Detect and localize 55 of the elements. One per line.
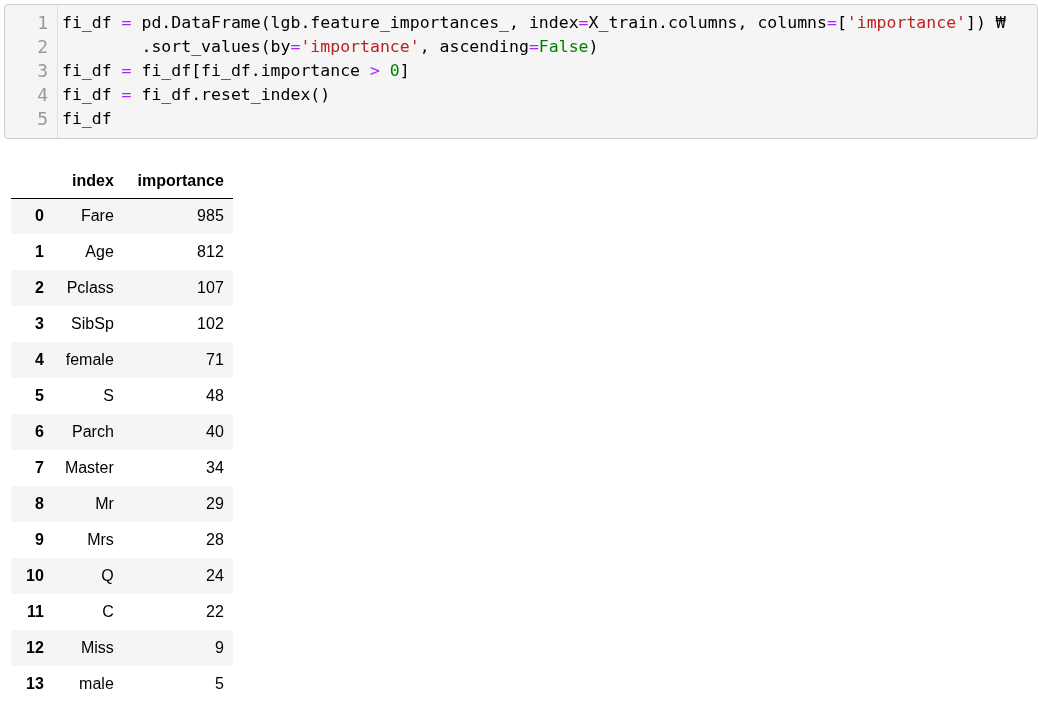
table-cell: Fare: [52, 198, 123, 234]
table-cell: 812: [122, 234, 233, 270]
table-cell: C: [52, 594, 123, 630]
table-cell: Q: [52, 558, 123, 594]
table-cell: 24: [122, 558, 233, 594]
table-cell: 985: [122, 198, 233, 234]
table-cell: 28: [122, 522, 233, 558]
row-index: 13: [11, 666, 53, 702]
row-index: 12: [11, 630, 53, 666]
row-index: 6: [11, 414, 53, 450]
row-index: 10: [11, 558, 53, 594]
table-cell: 71: [122, 342, 233, 378]
line-number: 3: [37, 59, 48, 83]
row-index: 4: [11, 342, 53, 378]
row-index: 3: [11, 306, 53, 342]
table-cell: SibSp: [52, 306, 123, 342]
row-index: 9: [11, 522, 53, 558]
table-cell: 107: [122, 270, 233, 306]
table-cell: 34: [122, 450, 233, 486]
code-line: fi_df: [62, 108, 113, 130]
code-line: fi_df = fi_df[fi_df.importance > 0]: [62, 60, 411, 82]
line-number: 5: [37, 107, 48, 131]
table-cell: 22: [122, 594, 233, 630]
table-cell: Miss: [52, 630, 123, 666]
row-index: 1: [11, 234, 53, 270]
row-index: 5: [11, 378, 53, 414]
line-number: 2: [37, 35, 48, 59]
table-cell: 40: [122, 414, 233, 450]
table-cell: S: [52, 378, 123, 414]
column-header: index: [52, 164, 123, 198]
code-line: .sort_values(by='importance', ascending=False): [140, 36, 600, 58]
column-header: importance: [122, 164, 233, 198]
code-line: fi_df = fi_df.reset_index(): [62, 84, 332, 106]
table-cell: Mrs: [52, 522, 123, 558]
table-cell: female: [52, 342, 123, 378]
row-index: 8: [11, 486, 53, 522]
table-cell: 48: [122, 378, 233, 414]
table-cell: 5: [122, 666, 233, 702]
line-number: 4: [37, 83, 48, 107]
table-cell: male: [52, 666, 123, 702]
table-cell: Pclass: [52, 270, 123, 306]
row-index: 7: [11, 450, 53, 486]
table-cell: 29: [122, 486, 233, 522]
row-index: 2: [11, 270, 53, 306]
table-cell: Age: [52, 234, 123, 270]
table-cell: 102: [122, 306, 233, 342]
line-number: 1: [37, 11, 48, 35]
table-cell: 9: [122, 630, 233, 666]
table-cell: Mr: [52, 486, 123, 522]
row-index: 11: [11, 594, 53, 630]
code-cell[interactable]: [4, 4, 1038, 139]
code-line: fi_df = pd.DataFrame(lgb.feature_importances_, index=X_train.columns, columns=['importance']) ₩: [62, 12, 1006, 34]
row-index: 0: [11, 198, 53, 234]
table-cell: Parch: [52, 414, 123, 450]
table-cell: Master: [52, 450, 123, 486]
